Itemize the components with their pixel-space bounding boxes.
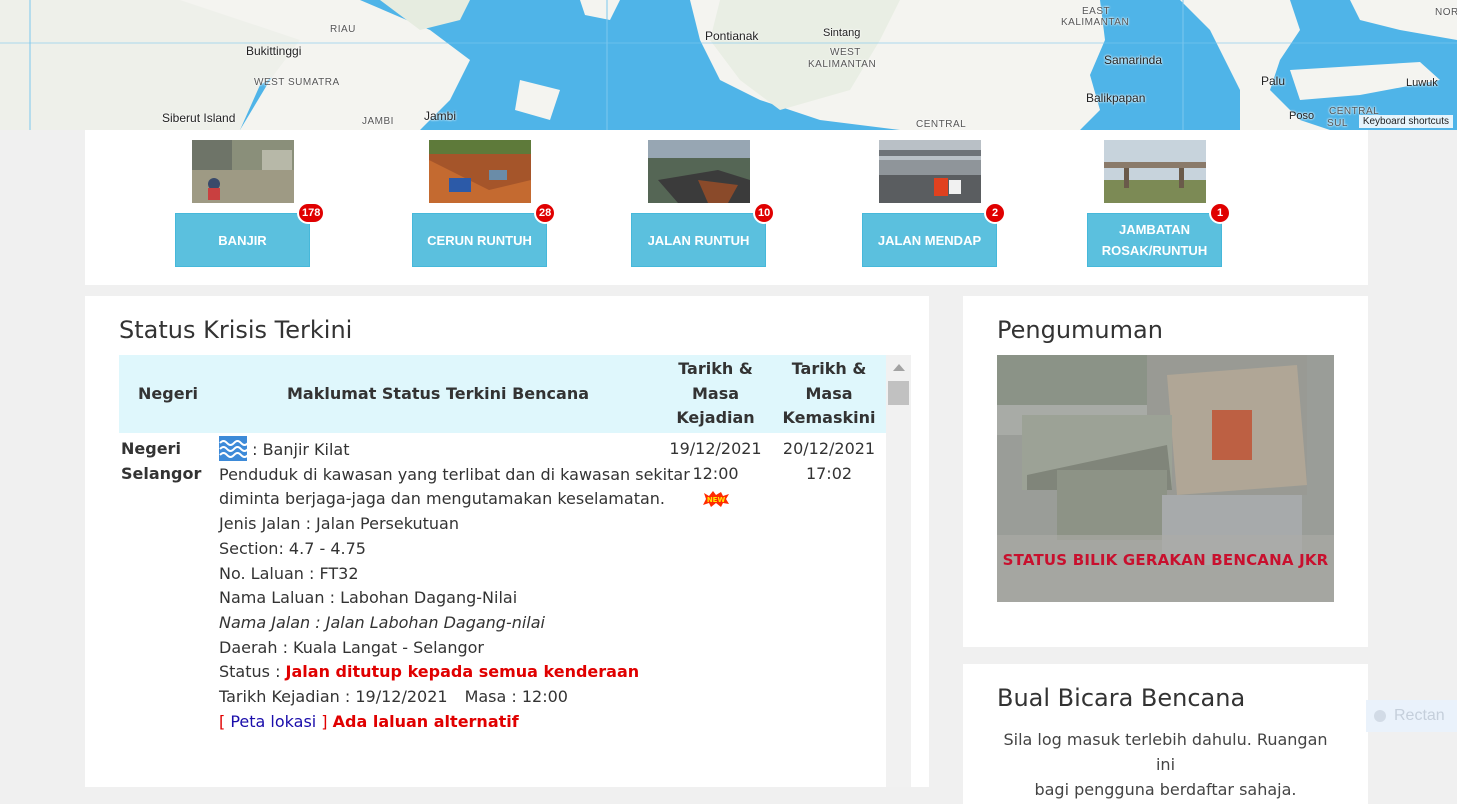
row-details: : Banjir Kilat Penduduk di kawasan yang … — [219, 436, 690, 735]
rectangle-label: Rectan — [1394, 707, 1445, 724]
rectangle-tool-overlay[interactable]: Rectan — [1366, 700, 1457, 732]
scroll-thumb[interactable] — [888, 381, 909, 405]
banjir-button[interactable]: BANJIR — [175, 213, 310, 267]
table-scrollbar[interactable] — [886, 355, 911, 787]
category-panel: BANJIR 178 CERUN RUNTUH 28 JALAN RUNTUH … — [85, 130, 1368, 285]
row-tarikh-kejadian: 19/12/2021 12:00 NEW — [667, 437, 764, 515]
announcement-title: Pengumuman — [997, 316, 1163, 344]
map[interactable]: RIAU Bukittinggi WEST SUMATRA Siberut Is… — [0, 0, 1457, 130]
banjir-wave-icon — [219, 436, 249, 461]
column-negeri: Negeri — [138, 383, 198, 403]
map-label: Samarinda — [1104, 53, 1163, 67]
cerun-runtuh-button[interactable]: CERUN RUNTUH — [412, 213, 547, 267]
map-label: WEST — [830, 47, 861, 58]
status-title: Status Krisis Terkini — [119, 316, 353, 344]
tarikh-kejadian: Tarikh Kejadian : 19/12/2021 — [219, 687, 448, 707]
jambatan-rosak-button[interactable]: JAMBATAN ROSAK/RUNTUH — [1087, 213, 1222, 267]
status-line: Status : Jalan ditutup kepada semua kend… — [219, 660, 659, 685]
jambatan-rosak-count-badge: 1 — [1209, 202, 1231, 224]
kemaskini-time: 17:02 — [805, 463, 853, 483]
status-value: Jalan ditutup kepada semua kenderaan — [285, 662, 640, 682]
table-header: Negeri Maklumat Status Terkini Bencana T… — [119, 355, 886, 433]
jalan-runtuh-photo — [648, 140, 750, 203]
disaster-type: : Banjir Kilat — [252, 440, 350, 459]
map-label: Luwuk — [1406, 77, 1438, 89]
section: Section: 4.7 - 4.75 — [219, 538, 366, 558]
no-laluan: No. Laluan : FT32 — [219, 563, 359, 583]
cerun-runtuh-photo — [429, 140, 531, 203]
cerun-runtuh-count-badge: 28 — [534, 202, 557, 224]
map-label: Sintang — [823, 27, 861, 39]
map-label: CENTRAL — [916, 119, 967, 130]
column-maklumat: Maklumat Status Terkini Bencana — [286, 383, 590, 403]
alternatif-link[interactable]: Ada laluan alternatif — [333, 712, 519, 731]
banjir-count-badge: 178 — [297, 202, 326, 224]
map-label: KALIMANTAN — [1061, 17, 1130, 28]
announcement-image[interactable]: STATUS BILIK GERAKAN BENCANA JKR — [997, 355, 1334, 602]
jalan-runtuh-count-badge: 10 — [753, 202, 776, 224]
announcement-panel: Pengumuman STATUS BILIK GERAKAN BENCANA … — [963, 296, 1368, 647]
kejadian-time: 12:00 — [692, 463, 739, 483]
bual-bicara-panel: Bual Bicara Bencana Sila log masuk terle… — [963, 664, 1368, 804]
status-panel: Status Krisis Terkini Negeri Maklumat St… — [85, 296, 929, 787]
map-label: Siberut Island — [162, 111, 236, 125]
map-label: JAMBI — [362, 116, 394, 127]
jalan-mendap-button[interactable]: JALAN MENDAP — [862, 213, 997, 267]
kemaskini-date: 20/12/2021 — [782, 439, 876, 458]
keyboard-shortcuts-link[interactable]: Keyboard shortcuts — [1358, 115, 1453, 128]
map-label: Jambi — [424, 109, 457, 123]
nama-jalan: Nama Jalan : Jalan Labohan Dagang-nilai — [219, 612, 545, 632]
status-label: Status : — [219, 662, 286, 682]
map-label: KALIMANTAN — [808, 59, 877, 70]
banjir-photo — [192, 140, 294, 203]
map-label: SUL — [1327, 118, 1348, 129]
daerah: Daerah : Kuala Langat - Selangor — [219, 637, 484, 657]
jenis-jalan: Jenis Jalan : Jalan Persekutuan — [219, 514, 459, 534]
scroll-up-icon[interactable] — [893, 364, 905, 371]
map-label: Poso — [1289, 110, 1315, 122]
desc-line: Penduduk di kawasan yang terlibat dan di… — [219, 464, 690, 484]
map-label: Pontianak — [705, 29, 759, 43]
jalan-runtuh-button[interactable]: JALAN RUNTUH — [631, 213, 766, 267]
nama-laluan: Nama Laluan : Labohan Dagang-Nilai — [219, 588, 518, 608]
map-label: WEST SUMATRA — [254, 77, 340, 88]
bual-text-line: bagi pengguna berdaftar sahaja. — [1034, 780, 1297, 799]
jalan-mendap-photo — [879, 140, 981, 203]
map-label: Bukittinggi — [246, 44, 302, 58]
tarikh-masa-line: Tarikh Kejadian : 19/12/2021 Masa : 12:00 — [219, 685, 659, 710]
map-label: RIAU — [330, 24, 356, 35]
jambatan-rosak-photo — [1104, 140, 1206, 203]
radio-dot-icon — [1374, 710, 1386, 722]
column-tarikh-kemaskini: Tarikh & Masa Kemaskini — [782, 359, 876, 428]
bual-text-line: Sila log masuk terlebih dahulu. Ruangan … — [1003, 730, 1328, 774]
bracket-open: [ — [219, 711, 231, 731]
bual-text: Sila log masuk terlebih dahulu. Ruangan … — [997, 727, 1334, 802]
row-tarikh-kemaskini: 20/12/2021 17:02 — [779, 437, 879, 486]
map-label: Palu — [1261, 74, 1286, 88]
masa: Masa : 12:00 — [464, 687, 568, 707]
row-negeri: Negeri Selangor — [121, 439, 202, 483]
bual-title: Bual Bicara Bencana — [997, 684, 1246, 712]
new-badge-icon: NEW — [702, 490, 730, 515]
announcement-caption: STATUS BILIK GERAKAN BENCANA JKR — [1002, 551, 1329, 569]
status-table: Negeri Maklumat Status Terkini Bencana T… — [119, 355, 886, 787]
peta-lokasi-link[interactable]: Peta lokasi — [230, 712, 316, 731]
kejadian-date: 19/12/2021 — [669, 439, 762, 458]
new-badge-label: NEW — [706, 496, 725, 504]
links-line: [ Peta lokasi ] Ada laluan alternatif — [219, 710, 659, 735]
desc-line: diminta berjaga-jaga dan mengutamakan ke… — [219, 489, 665, 509]
bracket-close: ] — [316, 711, 328, 731]
map-label: NOR — [1435, 7, 1457, 18]
map-label: Balikpapan — [1086, 91, 1146, 105]
jalan-mendap-count-badge: 2 — [984, 202, 1006, 224]
column-tarikh-kejadian: Tarikh & Masa Kejadian — [676, 359, 755, 428]
map-label: EAST — [1082, 6, 1111, 17]
